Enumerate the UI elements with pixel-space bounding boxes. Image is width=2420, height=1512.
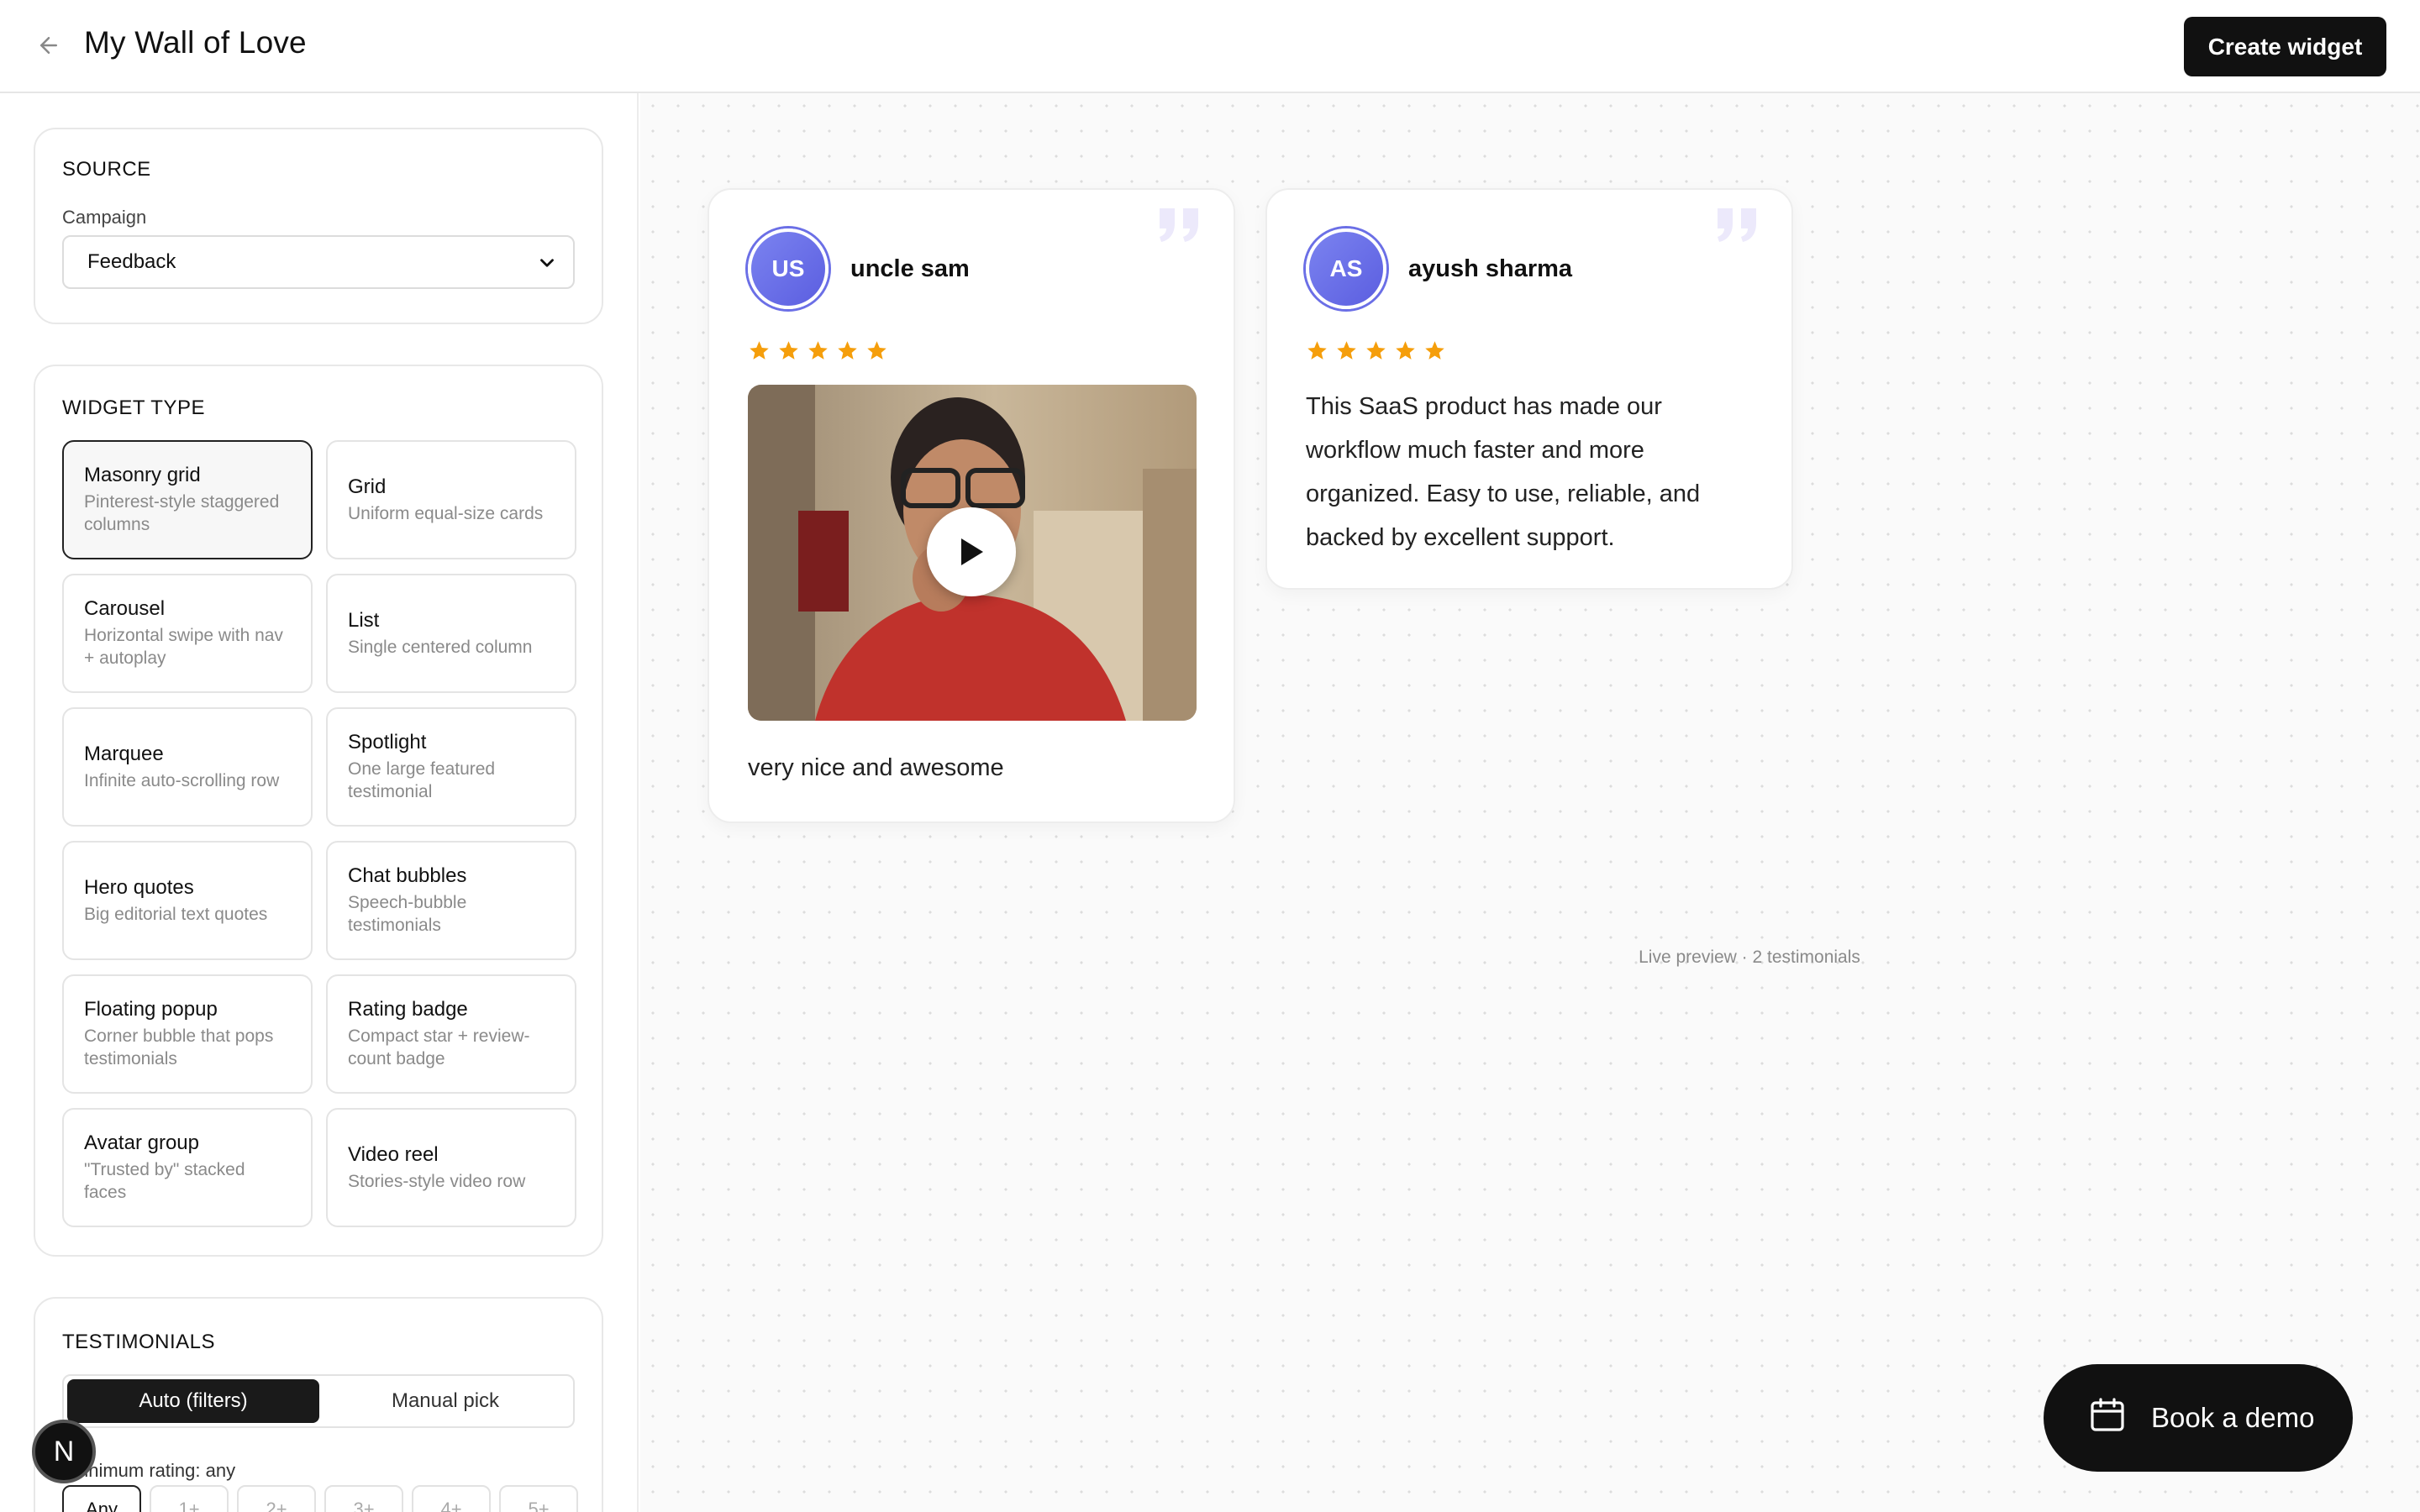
calendar-icon	[2087, 1394, 2128, 1441]
play-icon[interactable]	[927, 507, 1016, 596]
star-icon	[1396, 341, 1415, 360]
testimonial-card: AS ayush sharma This SaaS product has ma…	[1265, 188, 1793, 590]
campaign-select-value: Feedback	[87, 250, 176, 273]
rating-option-3[interactable]: 3+	[324, 1485, 403, 1512]
avatar: US	[748, 228, 829, 309]
widget-type-desc: Speech-bubble testimonials	[348, 893, 467, 935]
widget-type-desc: Stories-style video row	[348, 1171, 526, 1191]
testimonial-text-line: organized. Easy to use, reliable, and	[1306, 480, 1701, 507]
top-bar: My Wall of Love Create widget	[0, 0, 2420, 93]
star-icon	[750, 341, 769, 360]
widget-type-desc: Infinite auto-scrolling row	[84, 770, 280, 790]
widget-type-name: Video reel	[348, 1142, 439, 1166]
campaign-select[interactable]: Feedback	[62, 235, 575, 289]
widget-type-name: Chat bubbles	[348, 864, 467, 887]
star-rating	[748, 339, 888, 362]
create-widget-button[interactable]: Create widget	[2184, 17, 2386, 76]
widget-type-list[interactable]: List Single centered column	[326, 574, 576, 693]
widget-type-floating-popup[interactable]: Floating popup Corner bubble that pops t…	[62, 974, 313, 1094]
testimonial-text-line: backed by excellent support.	[1306, 524, 1615, 551]
preview-caption: Live preview · 2 testimonials	[1639, 948, 1860, 967]
star-icon	[808, 341, 828, 360]
testimonial-author: uncle sam	[850, 255, 970, 282]
widget-type-grid[interactable]: Grid Uniform equal-size cards	[326, 440, 576, 559]
widget-type-name: List	[348, 608, 380, 632]
rating-option-5[interactable]: 5+	[499, 1485, 578, 1512]
widget-type-name: Avatar group	[84, 1131, 199, 1154]
widget-type-desc: Single centered column	[348, 637, 533, 657]
testimonials-panel: TESTIMONIALS Auto (filters) Manual pick …	[34, 1297, 603, 1512]
widget-type-video-reel[interactable]: Video reel Stories-style video row	[326, 1108, 576, 1227]
dev-tools-badge[interactable]: N	[32, 1420, 96, 1483]
widget-type-desc: "Trusted by" stacked faces	[84, 1160, 245, 1202]
live-preview-canvas: US uncle sam very nice and awesome AS ay…	[640, 93, 2420, 1512]
book-demo-button[interactable]: Book a demo	[2044, 1364, 2353, 1472]
widget-type-desc: Pinterest-style staggered columns	[84, 492, 280, 534]
back-arrow-icon[interactable]	[34, 30, 64, 60]
auto-filters-button[interactable]: Auto (filters)	[67, 1379, 319, 1423]
testimonial-text: This SaaS product has made our workflow …	[1306, 385, 1700, 559]
star-icon	[1425, 341, 1444, 360]
manual-pick-button[interactable]: Manual pick	[319, 1379, 571, 1423]
widget-type-carousel[interactable]: Carousel Horizontal swipe with nav + aut…	[62, 574, 313, 693]
star-rating	[1306, 339, 1446, 362]
page-title: My Wall of Love	[84, 25, 307, 60]
testimonial-text-line: workflow much faster and more	[1306, 437, 1644, 464]
campaign-label: Campaign	[62, 207, 147, 228]
testimonial-text: very nice and awesome	[748, 754, 1004, 781]
widget-type-name: Hero quotes	[84, 875, 194, 899]
quote-icon	[1714, 205, 1761, 249]
widget-type-hero-quotes[interactable]: Hero quotes Big editorial text quotes	[62, 841, 313, 960]
star-icon	[867, 341, 886, 360]
quote-icon	[1156, 205, 1203, 249]
chevron-down-icon	[536, 252, 558, 280]
rating-option-4[interactable]: 4+	[412, 1485, 491, 1512]
widget-type-name: Carousel	[84, 597, 166, 620]
widget-type-desc: Compact star + review-count badge	[348, 1026, 530, 1068]
testimonial-video[interactable]	[748, 385, 1197, 721]
source-panel: SOURCE Campaign Feedback	[34, 128, 603, 324]
testimonials-heading: TESTIMONIALS	[62, 1331, 216, 1353]
settings-sidebar: SOURCE Campaign Feedback WIDGET TYPE Mas…	[0, 93, 639, 1512]
widget-type-name: Spotlight	[348, 731, 427, 753]
widget-type-name: Masonry grid	[84, 464, 201, 486]
widget-type-desc: Horizontal swipe with nav + autoplay	[84, 626, 283, 668]
widget-type-name: Rating badge	[348, 998, 468, 1021]
rating-option-2[interactable]: 2+	[237, 1485, 316, 1512]
star-icon	[1307, 341, 1327, 360]
widget-type-desc: Big editorial text quotes	[84, 904, 268, 924]
widget-type-avatar-group[interactable]: Avatar group "Trusted by" stacked faces	[62, 1108, 313, 1227]
widget-type-name: Marquee	[84, 742, 164, 765]
minimum-rating-label: Minimum rating: any	[69, 1460, 236, 1481]
widget-type-desc: Corner bubble that pops testimonials	[84, 1026, 274, 1068]
widget-type-chat-bubbles[interactable]: Chat bubbles Speech-bubble testimonials	[326, 841, 576, 960]
widget-type-name: Grid	[348, 475, 387, 498]
avatar: AS	[1306, 228, 1386, 309]
testimonial-card: US uncle sam very nice and awesome	[708, 188, 1235, 823]
widget-type-desc: Uniform equal-size cards	[348, 503, 544, 523]
rating-option-any[interactable]: Any	[62, 1485, 141, 1512]
widget-type-rating-badge[interactable]: Rating badge Compact star + review-count…	[326, 974, 576, 1094]
widget-type-spotlight[interactable]: Spotlight One large featured testimonial	[326, 707, 576, 827]
book-demo-label: Book a demo	[2151, 1402, 2315, 1433]
widget-type-heading: WIDGET TYPE	[62, 396, 205, 419]
selection-mode-toggle: Auto (filters) Manual pick	[62, 1374, 575, 1428]
widget-type-panel: WIDGET TYPE Masonry grid Pinterest-style…	[34, 365, 603, 1257]
star-icon	[838, 341, 857, 360]
source-heading: SOURCE	[62, 158, 151, 181]
testimonial-text-line: This SaaS product has made our	[1306, 393, 1662, 420]
star-icon	[1337, 341, 1356, 360]
star-icon	[779, 341, 798, 360]
widget-type-masonry-grid[interactable]: Masonry grid Pinterest-style staggered c…	[62, 440, 313, 559]
widget-type-name: Floating popup	[84, 998, 218, 1021]
widget-type-desc: One large featured testimonial	[348, 759, 496, 801]
rating-option-1[interactable]: 1+	[150, 1485, 229, 1512]
star-icon	[1366, 341, 1386, 360]
widget-type-marquee[interactable]: Marquee Infinite auto-scrolling row	[62, 707, 313, 827]
testimonial-author: ayush sharma	[1408, 255, 1573, 282]
